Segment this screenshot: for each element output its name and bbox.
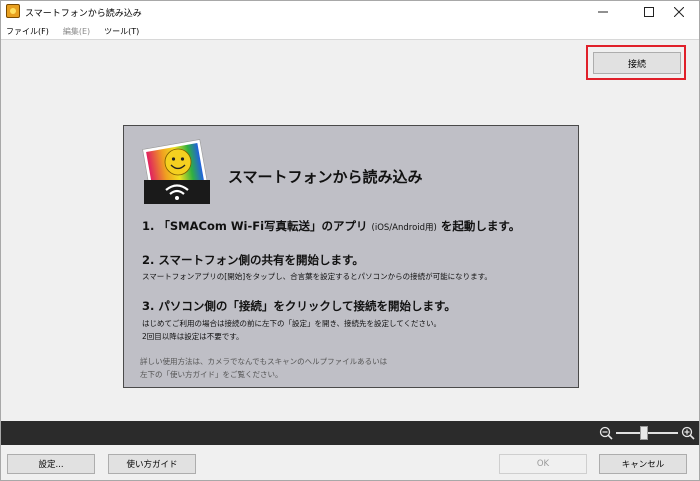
minimize-button[interactable] <box>583 1 623 23</box>
close-icon <box>674 7 684 17</box>
main-content: 接続 スマートフォンから読み込み 1. 「SMACom Wi-Fi写真転送」のア… <box>1 39 699 421</box>
zoom-in-icon[interactable] <box>681 426 695 440</box>
ok-button[interactable]: OK <box>499 454 587 474</box>
menu-tools[interactable]: ツール(T) <box>104 26 139 37</box>
usage-guide-button[interactable]: 使い方ガイド <box>108 454 196 474</box>
close-button[interactable] <box>659 1 699 23</box>
step2-heading: 2. スマートフォン側の共有を開始します。 <box>142 253 364 267</box>
step1-heading-small: (iOS/Android用) <box>371 223 437 233</box>
settings-button[interactable]: 設定... <box>7 454 95 474</box>
step1-heading: 1. 「SMACom Wi-Fi写真転送」のアプリ (iOS/Android用)… <box>142 218 520 234</box>
bottom-bar: 設定... 使い方ガイド OK キャンセル <box>1 445 699 480</box>
minimize-icon <box>598 11 608 13</box>
connect-button[interactable]: 接続 <box>593 52 681 74</box>
menu-edit[interactable]: 編集(E) <box>63 26 90 37</box>
step3-description-2: 2回目以降は設定は不要です。 <box>142 332 244 341</box>
menu-bar: ファイル(F) 編集(E) ツール(T) <box>1 23 699 39</box>
title-bar: スマートフォンから読み込み <box>1 1 699 23</box>
step1-heading-main: 1. 「SMACom Wi-Fi写真転送」のアプリ <box>142 219 368 233</box>
card-title: スマートフォンから読み込み <box>228 168 423 186</box>
smartphone-wifi-logo-icon <box>142 139 210 204</box>
zoom-bar <box>1 421 699 445</box>
step1-heading-end: を起動します。 <box>440 219 521 233</box>
menu-file[interactable]: ファイル(F) <box>6 26 49 37</box>
window-title: スマートフォンから読み込み <box>25 9 142 19</box>
step3-heading: 3. パソコン側の「接続」をクリックして接続を開始します。 <box>142 299 456 313</box>
instruction-card: スマートフォンから読み込み 1. 「SMACom Wi-Fi写真転送」のアプリ … <box>123 125 579 388</box>
step2-description: スマートフォンアプリの[開始]をタップし、合言葉を設定するとパソコンからの接続が… <box>142 272 492 281</box>
app-icon <box>6 4 20 18</box>
cancel-button[interactable]: キャンセル <box>599 454 687 474</box>
zoom-slider-thumb[interactable] <box>639 426 648 440</box>
maximize-icon <box>644 7 654 17</box>
step3-description-1: はじめてご利用の場合は接続の前に左下の「設定」を開き、接続先を設定してください。 <box>142 319 442 328</box>
help-note-1: 詳しい使用方法は、カメラでなんでもスキャンのヘルプファイルあるいは <box>140 357 388 366</box>
help-note-2: 左下の「使い方ガイド」をご覧ください。 <box>140 370 283 379</box>
zoom-out-icon[interactable] <box>599 426 613 440</box>
app-window: スマートフォンから読み込み ファイル(F) 編集(E) ツール(T) 接続 スマ… <box>0 0 700 481</box>
